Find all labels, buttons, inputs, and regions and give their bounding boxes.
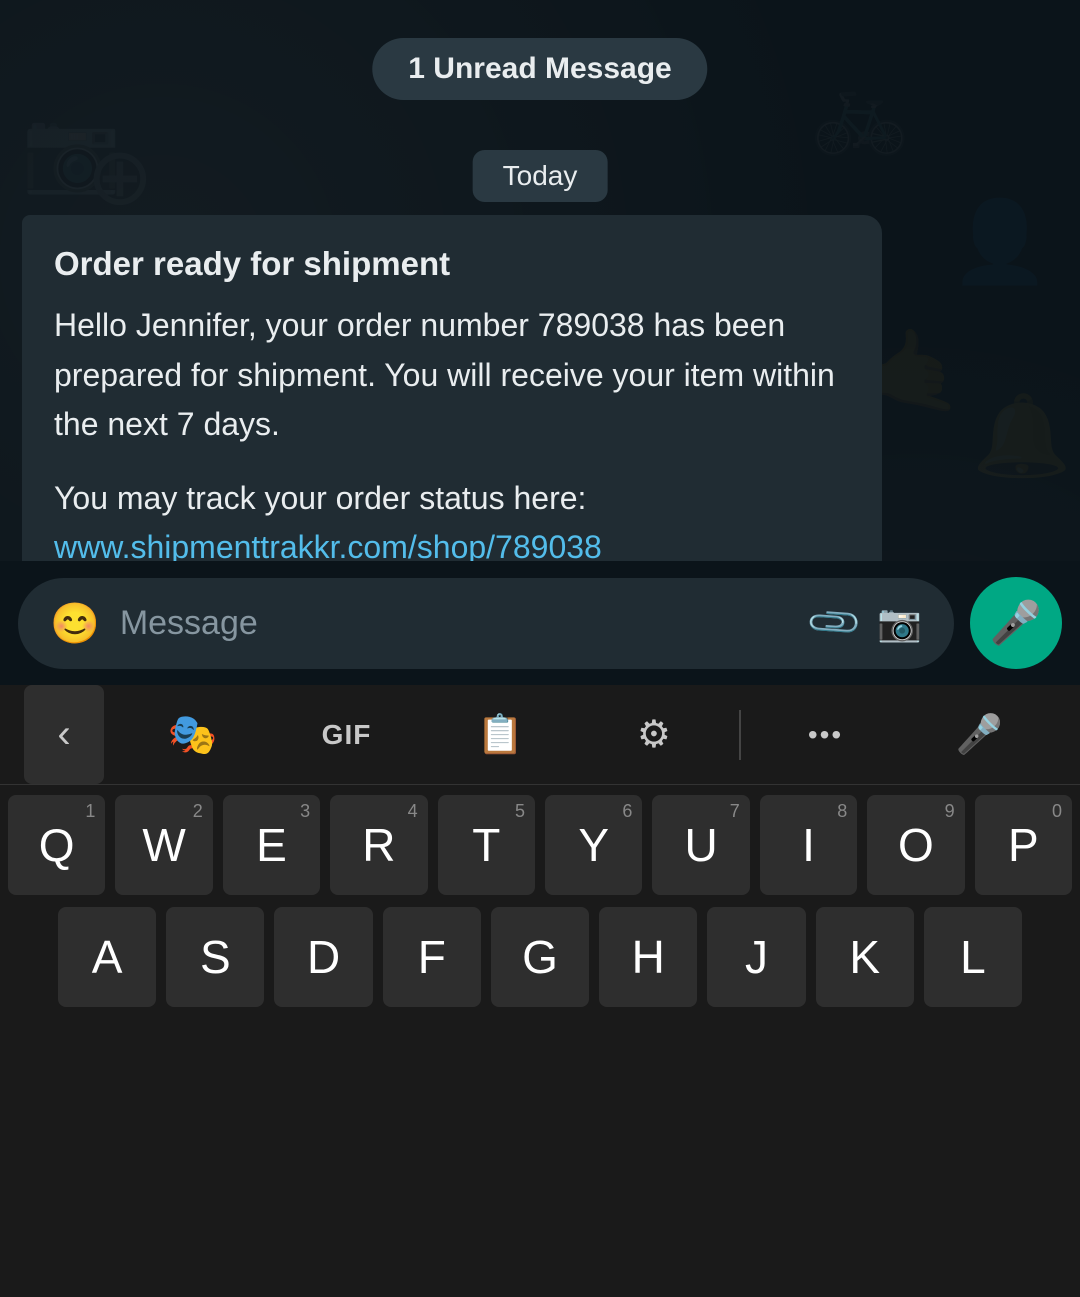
track-prefix: You may track your order status here: (54, 480, 586, 516)
gif-label: GIF (322, 719, 372, 751)
more-button[interactable]: ••• (749, 685, 903, 784)
date-separator: Today (473, 150, 608, 202)
settings-button[interactable]: ⚙ (577, 685, 731, 784)
clipboard-button[interactable]: 📋 (423, 685, 577, 784)
key-G[interactable]: G (491, 907, 589, 1007)
key-J[interactable]: J (707, 907, 805, 1007)
key-F[interactable]: F (383, 907, 481, 1007)
key-Y[interactable]: 6Y (545, 795, 642, 895)
more-icon: ••• (808, 719, 843, 751)
voice-button[interactable]: 🎤 (970, 577, 1062, 669)
key-E[interactable]: 3E (223, 795, 320, 895)
key-W[interactable]: 2W (115, 795, 212, 895)
keyboard-keys: 1Q 2W 3E 4R 5T 6Y 7U 8I 9O 0P A S D F G … (0, 785, 1080, 1007)
key-H[interactable]: H (599, 907, 697, 1007)
keyboard-row-2: A S D F G H J K L (8, 907, 1072, 1007)
key-D[interactable]: D (274, 907, 372, 1007)
keyboard-mic-icon: 🎤 (956, 713, 1003, 757)
input-bar: 😊 Message 📎 📷 🎤 (0, 561, 1080, 685)
back-icon: ‹ (57, 712, 70, 757)
keyboard-back-button[interactable]: ‹ (24, 685, 104, 784)
unread-message-pill[interactable]: 1 Unread Message (372, 38, 707, 100)
date-label-text: Today (503, 160, 578, 191)
key-A[interactable]: A (58, 907, 156, 1007)
message-input-field[interactable]: 😊 Message 📎 📷 (18, 578, 954, 669)
gif-button[interactable]: GIF (270, 685, 424, 784)
emoji-icon[interactable]: 😊 (50, 600, 100, 647)
key-S[interactable]: S (166, 907, 264, 1007)
message-title: Order ready for shipment (54, 245, 850, 283)
sticker-icon: 🎭 (168, 711, 218, 758)
message-body-2: You may track your order status here: ww… (54, 474, 850, 573)
key-U[interactable]: 7U (652, 795, 749, 895)
key-I[interactable]: 8I (760, 795, 857, 895)
key-L[interactable]: L (924, 907, 1022, 1007)
key-Q[interactable]: 1Q (8, 795, 105, 895)
key-T[interactable]: 5T (438, 795, 535, 895)
gear-icon: ⚙ (637, 712, 671, 757)
key-K[interactable]: K (816, 907, 914, 1007)
keyboard-toolbar: ‹ 🎭 GIF 📋 ⚙ ••• 🎤 (0, 685, 1080, 785)
keyboard-row-1: 1Q 2W 3E 4R 5T 6Y 7U 8I 9O 0P (8, 795, 1072, 895)
toolbar-divider (739, 710, 741, 760)
camera-icon[interactable]: 📷 (877, 602, 922, 644)
message-placeholder[interactable]: Message (120, 604, 793, 643)
attach-icon[interactable]: 📎 (804, 592, 865, 653)
keyboard-mic-button[interactable]: 🎤 (902, 685, 1056, 784)
key-P[interactable]: 0P (975, 795, 1072, 895)
key-R[interactable]: 4R (330, 795, 427, 895)
clipboard-icon: 📋 (477, 713, 524, 757)
unread-pill-label: 1 Unread Message (408, 52, 671, 85)
sticker-button[interactable]: 🎭 (116, 685, 270, 784)
microphone-icon: 🎤 (990, 599, 1042, 648)
tracking-link[interactable]: www.shipmenttrakkr.com/shop/789038 (54, 529, 602, 565)
message-body-1: Hello Jennifer, your order number 789038… (54, 301, 850, 450)
key-O[interactable]: 9O (867, 795, 964, 895)
keyboard-area: ‹ 🎭 GIF 📋 ⚙ ••• 🎤 1Q 2W 3E 4R 5T 6Y (0, 685, 1080, 1297)
